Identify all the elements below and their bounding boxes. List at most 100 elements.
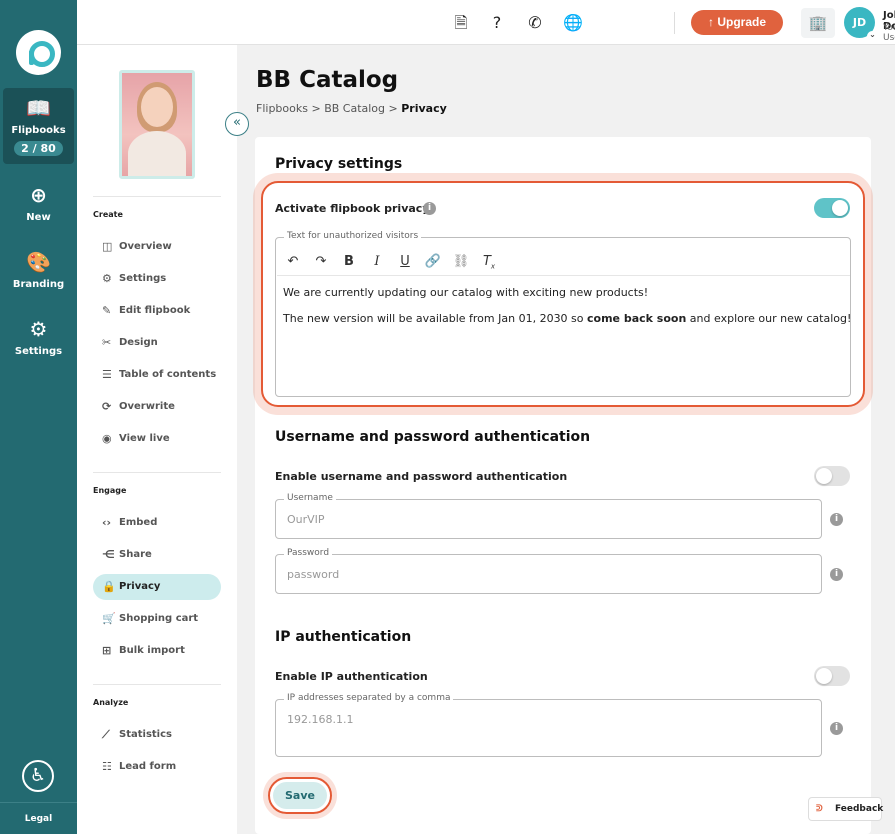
share-icon: ⋲ [102, 548, 115, 561]
user-username: Your Username [883, 23, 895, 43]
form-icon: ☷ [102, 760, 112, 773]
breadcrumb-flipbooks[interactable]: Flipbooks [256, 102, 308, 115]
rail-item-settings[interactable]: ⚙ Settings [0, 317, 77, 357]
nav-embed-label: Embed [119, 517, 158, 528]
pencil-icon: ✎ [102, 304, 112, 317]
ip-toggle-label: Enable IP authentication [275, 670, 428, 683]
auth-heading: Username and password authentication [275, 429, 591, 445]
username-placeholder: OurVIP [287, 513, 325, 526]
nav-settings-label: Settings [119, 273, 167, 284]
breadcrumb-current: Privacy [401, 102, 447, 115]
flipbooks-count-badge: 2 / 80 [14, 141, 63, 156]
breadcrumb-catalog[interactable]: BB Catalog [324, 102, 385, 115]
save-button[interactable]: Save [273, 782, 327, 809]
rail-item-flipbooks[interactable]: 📖 Flipbooks 2 / 80 [3, 88, 74, 164]
undo-icon[interactable]: ↶ [284, 253, 302, 271]
rail-item-new[interactable]: ⊕ New [0, 183, 77, 223]
password-info-icon[interactable]: i [830, 568, 843, 581]
auth-toggle[interactable] [814, 466, 850, 486]
feedback-button[interactable]: ᕲ Feedback [808, 797, 883, 821]
editor-label: Text for unauthorized visitors [284, 231, 422, 241]
underline-icon[interactable]: U [396, 253, 414, 271]
privacy-toggle[interactable] [814, 198, 850, 218]
nav-shopping-cart[interactable]: 🛒 Shopping cart [93, 606, 221, 632]
nav-design[interactable]: ✂ Design [93, 330, 221, 356]
palette-icon: 🎨 [26, 250, 51, 274]
nav-overwrite[interactable]: ⟳ Overwrite [93, 394, 221, 420]
editor-toolbar: ↶ ↷ B I U 🔗 ⛓ Tx [277, 250, 850, 276]
nav-overview[interactable]: ◫ Overview [93, 234, 221, 260]
nav-statistics[interactable]: ⟋ Statistics [93, 722, 221, 748]
username-info-icon[interactable]: i [830, 513, 843, 526]
editor-line-2-end: and explore our new catalog! [686, 312, 852, 325]
thumbnail-shoulder [128, 131, 186, 176]
nav-privacy[interactable]: 🔒 Privacy [93, 574, 221, 600]
privacy-toggle-label: Activate flipbook privacy [275, 202, 430, 215]
sidebar-divider [93, 684, 221, 685]
main-content: BB Catalog Flipbooks > BB Catalog > Priv… [237, 45, 895, 834]
unauthorized-text-editor[interactable]: Text for unauthorized visitors ↶ ↷ B I U… [275, 231, 852, 397]
nav-lead-form[interactable]: ☷ Lead form [93, 754, 221, 780]
ip-info-icon[interactable]: i [830, 722, 843, 735]
nav-share-label: Share [119, 549, 152, 560]
nav-bulk-import[interactable]: ⊞ Bulk import [93, 638, 221, 664]
ip-toggle[interactable] [814, 666, 850, 686]
redo-icon[interactable]: ↷ [312, 253, 330, 271]
username-field[interactable]: Username OurVIP [275, 493, 822, 539]
cart-icon: 🛒 [102, 612, 116, 625]
nav-bulk-label: Bulk import [119, 645, 185, 656]
breadcrumb: Flipbooks > BB Catalog > Privacy [256, 102, 447, 115]
avatar[interactable]: JD [844, 7, 878, 42]
rail-item-branding[interactable]: 🎨 Branding [0, 250, 77, 290]
phone-icon[interactable]: ✆ [524, 12, 546, 34]
app-logo-icon[interactable] [16, 30, 61, 75]
rail-branding-label: Branding [12, 279, 65, 290]
nav-edit-flipbook[interactable]: ✎ Edit flipbook [93, 298, 221, 324]
nav-embed[interactable]: ‹› Embed [93, 510, 221, 536]
nav-settings[interactable]: ⚙ Settings [93, 266, 221, 292]
gear-icon: ⚙ [102, 272, 112, 285]
ip-addresses-field[interactable]: IP addresses separated by a comma 192.16… [275, 693, 822, 757]
password-placeholder: password [287, 568, 340, 581]
rail-flipbooks-label: Flipbooks [11, 125, 66, 136]
info-icon[interactable]: i [423, 202, 436, 215]
nav-lead-form-label: Lead form [119, 761, 177, 772]
privacy-settings-heading: Privacy settings [275, 156, 403, 172]
flipbook-thumbnail[interactable] [119, 70, 195, 179]
legal-link[interactable]: Legal [0, 802, 77, 834]
refresh-icon: ⟳ [102, 400, 112, 413]
nav-share[interactable]: ⋲ Share [93, 542, 221, 568]
sidebar-divider [93, 472, 221, 473]
help-icon[interactable]: ? [486, 12, 508, 34]
bold-icon[interactable]: B [340, 253, 358, 271]
accessibility-icon[interactable]: ♿ [22, 760, 54, 792]
document-icon[interactable]: 🗎 [450, 12, 472, 34]
italic-icon[interactable]: I [368, 253, 386, 271]
auth-toggle-label: Enable username and password authenticat… [275, 470, 568, 483]
rail-settings-label: Settings [14, 346, 63, 357]
nav-overview-label: Overview [119, 241, 172, 252]
nav-design-label: Design [119, 337, 158, 348]
section-engage-title: Engage [93, 486, 127, 495]
upgrade-button[interactable]: ↑ Upgrade [691, 10, 783, 35]
rail-new-label: New [26, 212, 51, 223]
nav-view-live-label: View live [119, 433, 170, 444]
ip-heading: IP authentication [275, 629, 412, 645]
building-icon[interactable]: 🏢 [801, 8, 835, 38]
unlink-icon[interactable]: ⛓ [452, 253, 470, 271]
import-icon: ⊞ [102, 644, 112, 657]
link-icon[interactable]: 🔗 [424, 253, 442, 271]
password-field[interactable]: Password password [275, 548, 822, 594]
flipbook-sidebar: Create ◫ Overview ⚙ Settings ✎ Edit flipboo… [77, 45, 237, 834]
globe-icon[interactable]: 🌐 [562, 12, 584, 34]
page-title: BB Catalog [256, 67, 399, 93]
privacy-card: Privacy settings Activate flipbook priva… [255, 137, 871, 834]
clear-format-icon[interactable]: Tx [480, 253, 498, 271]
nav-table-of-contents[interactable]: ☰ Table of contents [93, 362, 221, 388]
ip-field-label: IP addresses separated by a comma [284, 693, 454, 703]
eye-icon: ◉ [102, 432, 112, 445]
nav-view-live[interactable]: ◉ View live [93, 426, 221, 452]
gear-icon: ⚙ [29, 317, 48, 341]
code-icon: ‹› [102, 516, 112, 529]
nav-statistics-label: Statistics [119, 729, 172, 740]
